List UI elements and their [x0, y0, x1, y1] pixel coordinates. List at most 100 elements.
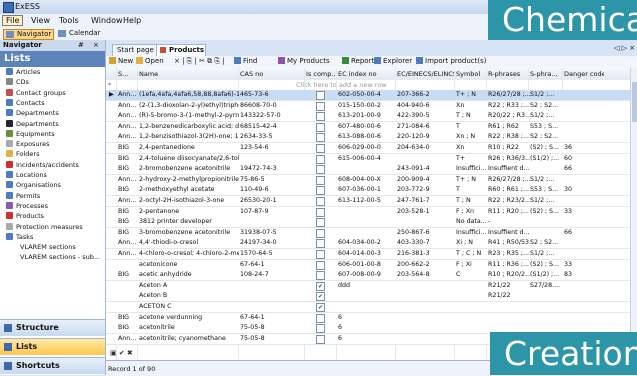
- table-row[interactable]: BIG 3812 printer developer No data... -: [106, 217, 637, 229]
- toolbar-button-1[interactable]: Open: [136, 57, 164, 67]
- table-row[interactable]: BIG acetone verdunning 67-64-1 6: [106, 312, 637, 324]
- view-navigator-button[interactable]: Navigator: [3, 29, 55, 40]
- table-row[interactable]: Ann...(2-(1,3-dioxolan-2-yl)ethyl)triphe…: [106, 100, 637, 112]
- is-compound-checkbox[interactable]: [316, 218, 325, 228]
- sidebar-item-18[interactable]: VLAREM sections - sub...: [2, 252, 104, 262]
- sidebar-item-1[interactable]: CDs: [2, 77, 104, 87]
- is-compound-checkbox[interactable]: ✔: [316, 281, 325, 291]
- table-row[interactable]: Ann...1,2-benzisothiazol-3(2H)-one; 1,2-…: [106, 132, 637, 144]
- table-row[interactable]: Ann... 4,4'-thiodi-o-cresol 24197-34-0 604-…: [106, 238, 637, 250]
- table-row[interactable]: BIG 2,4-toluene diisocyanate/2,6-toluene …: [106, 153, 637, 165]
- table-row[interactable]: Ann...2-hydroxy-2-methylpropionitrile; 2…: [106, 174, 637, 186]
- scroll-thumb[interactable]: [632, 82, 637, 122]
- is-compound-checkbox[interactable]: [316, 186, 325, 196]
- is-compound-checkbox[interactable]: [316, 101, 325, 111]
- column-header-7[interactable]: R-phrases: [488, 70, 530, 78]
- is-compound-checkbox[interactable]: [316, 154, 325, 164]
- sidebar-item-15[interactable]: Protection measures: [2, 222, 104, 232]
- table-row[interactable]: Aceton A ✔ ddd R21/22 S27/28....: [106, 280, 637, 292]
- sidebar-structure-button[interactable]: Structure: [0, 319, 105, 336]
- sidebar-shortcuts-button[interactable]: Shortcuts: [0, 357, 105, 374]
- column-header-8[interactable]: S-phra...: [530, 70, 564, 78]
- sidebar-item-3[interactable]: Contacts: [2, 98, 104, 108]
- toolbar-button-3[interactable]: Find: [234, 57, 257, 67]
- sidebar-lists-button[interactable]: Lists: [0, 338, 105, 355]
- table-row[interactable]: Ann... 2-octyl-2H-isothiazol-3-one 26530-2…: [106, 196, 637, 207]
- menu-item-view[interactable]: View: [28, 16, 53, 25]
- sidebar-item-10[interactable]: Locations: [2, 170, 104, 180]
- sidebar-item-6[interactable]: Equipments: [2, 129, 104, 139]
- sidebar-item-5[interactable]: Departments: [2, 119, 104, 129]
- toolbar-button-5[interactable]: Report: [342, 57, 374, 67]
- is-compound-checkbox[interactable]: ✔: [316, 303, 325, 312]
- is-compound-checkbox[interactable]: [316, 271, 325, 281]
- is-compound-checkbox[interactable]: [316, 260, 325, 270]
- table-row[interactable]: BIG 2-pentanone 107-87-9 203-528-1 F ; Xn R11…: [106, 206, 637, 218]
- is-compound-checkbox[interactable]: [316, 313, 325, 323]
- is-compound-checkbox[interactable]: [316, 239, 325, 249]
- is-compound-checkbox[interactable]: [316, 133, 325, 143]
- table-row[interactable]: Ann...(R)-5-bromo-3-(1-methyl-2-pyrrolid…: [106, 111, 637, 123]
- table-row[interactable]: BIG 2-bromobenzene acetonitrile 19472-74-3…: [106, 164, 637, 176]
- is-compound-checkbox[interactable]: [316, 91, 325, 100]
- column-header-1[interactable]: Name: [139, 70, 239, 78]
- is-compound-checkbox[interactable]: ✔: [316, 292, 325, 302]
- is-compound-checkbox[interactable]: [316, 112, 325, 122]
- table-row[interactable]: ACETON C ✔: [106, 302, 637, 313]
- sidebar-item-17[interactable]: VLAREM sections: [2, 242, 104, 252]
- sidebar-item-8[interactable]: Folders: [2, 149, 104, 159]
- sidebar-item-2[interactable]: Contact groups: [2, 88, 104, 98]
- column-header-0[interactable]: S...: [118, 70, 138, 78]
- sidebar-item-9[interactable]: Incidents/accidents: [2, 160, 104, 170]
- menu-item-tools[interactable]: Tools: [56, 16, 82, 25]
- sidebar-item-11[interactable]: Organisations: [2, 180, 104, 190]
- toolbar-button-4[interactable]: My Products: [278, 57, 330, 67]
- is-compound-checkbox[interactable]: [316, 165, 325, 175]
- menu-item-file[interactable]: File: [2, 15, 24, 26]
- toolbar-button-0[interactable]: New: [109, 57, 133, 67]
- sidebar-item-4[interactable]: Departments: [2, 108, 104, 118]
- sidebar-item-0[interactable]: Articles: [2, 67, 104, 77]
- is-compound-checkbox[interactable]: [316, 334, 325, 344]
- is-compound-checkbox[interactable]: [316, 197, 325, 206]
- table-row[interactable]: BIG 2-methoxyethyl acetate 110-49-6 607-036…: [106, 185, 637, 197]
- column-header-2[interactable]: CAS no: [240, 70, 304, 78]
- column-header-5[interactable]: EC/EINECS/ELINCS no: [397, 70, 455, 78]
- sidebar-item-14[interactable]: Products: [2, 211, 104, 221]
- tab-arrows[interactable]: ◁ ▷ ×: [614, 44, 635, 52]
- sidebar-item-13[interactable]: Processes: [2, 201, 104, 211]
- table-row[interactable]: BIG 2,4-pentanedione 123-54-6 606-029-00-0 2…: [106, 143, 637, 154]
- grid-scrollbar[interactable]: [630, 68, 637, 360]
- is-compound-checkbox[interactable]: [316, 228, 325, 238]
- is-compound-checkbox[interactable]: [316, 207, 325, 217]
- toolbar-button-2[interactable]: × | ⎘ | ✂ ⧉ ⎘ |: [174, 57, 225, 67]
- sidebar-item-7[interactable]: Exposures: [2, 139, 104, 149]
- table-row[interactable]: ▶ Ann...(1efa,4afa,4afa6,58,88,8afa6)-1,2…: [106, 90, 637, 101]
- table-row[interactable]: acetonicone 67-64-1 606-001-00-8 200-662-2 F…: [106, 259, 637, 271]
- table-row[interactable]: Aceton B ✔ R21/22: [106, 291, 637, 303]
- is-compound-checkbox[interactable]: [316, 324, 325, 334]
- toolbar-button-6[interactable]: Explorer: [374, 57, 412, 67]
- column-header-9[interactable]: Danger code: [564, 70, 604, 78]
- is-compound-checkbox[interactable]: [316, 250, 325, 259]
- sidebar-item-12[interactable]: Permits: [2, 191, 104, 201]
- table-row[interactable]: BIG 3-bromobenzene acetonitrile 31938-07-5…: [106, 227, 637, 239]
- view-calendar-button[interactable]: Calendar: [56, 29, 102, 38]
- table-row[interactable]: BIG acetic anhydride 108-24-7 607-008-00-9 2…: [106, 270, 637, 282]
- is-compound-checkbox[interactable]: [316, 122, 325, 132]
- menu-item-help[interactable]: Help: [120, 16, 144, 25]
- sidebar-item-16[interactable]: Tasks: [2, 232, 104, 242]
- column-header-3[interactable]: Is comp...: [306, 70, 336, 78]
- is-compound-checkbox[interactable]: [316, 144, 325, 153]
- column-header-6[interactable]: Symbol: [456, 70, 486, 78]
- column-header-4[interactable]: EC index no: [338, 70, 396, 78]
- pin-icon[interactable]: #: [78, 41, 84, 49]
- table-row[interactable]: Ann...4-chloro-o-cresol; 4-chloro-2-meth…: [106, 249, 637, 260]
- table-row[interactable]: Ann...1,2-benzenedicarboxylic acid; di-C…: [106, 121, 637, 133]
- grid-nav-buttons[interactable]: ▣ ✔ ✖: [110, 349, 133, 357]
- toolbar-button-7[interactable]: Import product(s): [416, 57, 487, 67]
- tab-start-page[interactable]: Start page: [112, 44, 158, 56]
- close-icon[interactable]: ×: [93, 41, 99, 49]
- is-compound-checkbox[interactable]: [316, 175, 325, 185]
- tab-products[interactable]: Products: [156, 44, 206, 56]
